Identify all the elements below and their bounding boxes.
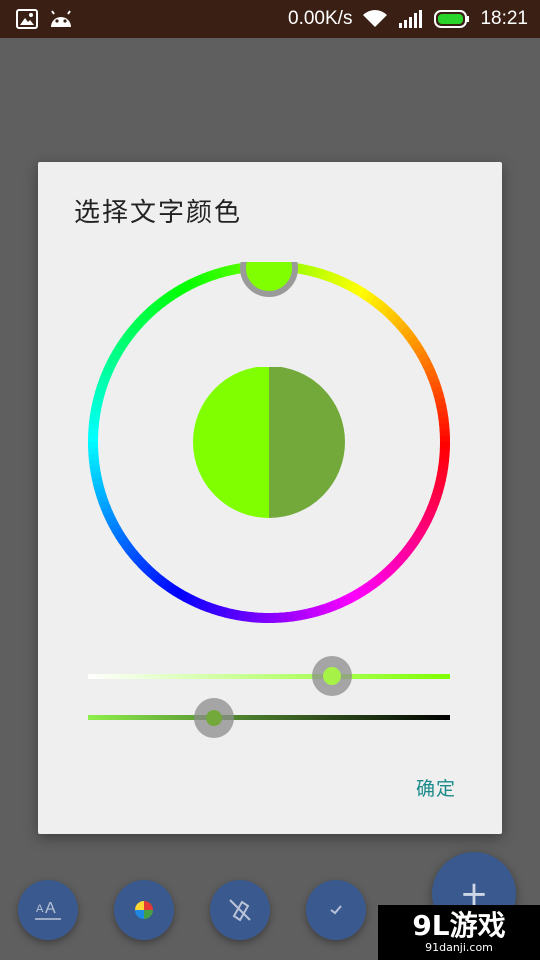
signal-icon (398, 9, 424, 29)
watermark-logo: 9L游戏 91danji.com (378, 905, 540, 960)
svg-text:A: A (36, 903, 44, 915)
hue-thumb[interactable] (240, 239, 298, 297)
battery-icon (434, 9, 470, 29)
no-highlight-button[interactable] (210, 880, 270, 940)
wifi-icon (362, 9, 388, 29)
svg-text:A: A (45, 900, 56, 917)
check-icon (330, 905, 342, 915)
watermark-url: 91danji.com (425, 941, 493, 954)
check-button[interactable] (306, 880, 366, 940)
confirm-button[interactable]: 确定 (416, 774, 456, 801)
image-icon (16, 9, 38, 29)
color-palette-icon (135, 901, 153, 919)
text-size-icon: AA (35, 900, 61, 920)
clock: 18:21 (480, 8, 528, 29)
network-speed: 0.00K/s (288, 8, 353, 29)
color-wheel[interactable] (87, 239, 452, 626)
value-slider[interactable] (88, 698, 450, 738)
status-bar: 0.00K/s 18:21 (0, 0, 540, 38)
color-palette-button[interactable] (114, 880, 174, 940)
color-picker-dialog: 选择文字颜色 确定 (38, 162, 502, 834)
saturation-slider[interactable] (88, 656, 450, 696)
watermark-title: 9L游戏 (412, 909, 506, 942)
android-icon (48, 9, 74, 29)
dialog-title: 选择文字颜色 (74, 198, 243, 228)
no-highlight-icon (229, 899, 251, 922)
text-size-button[interactable]: AA (18, 880, 78, 940)
